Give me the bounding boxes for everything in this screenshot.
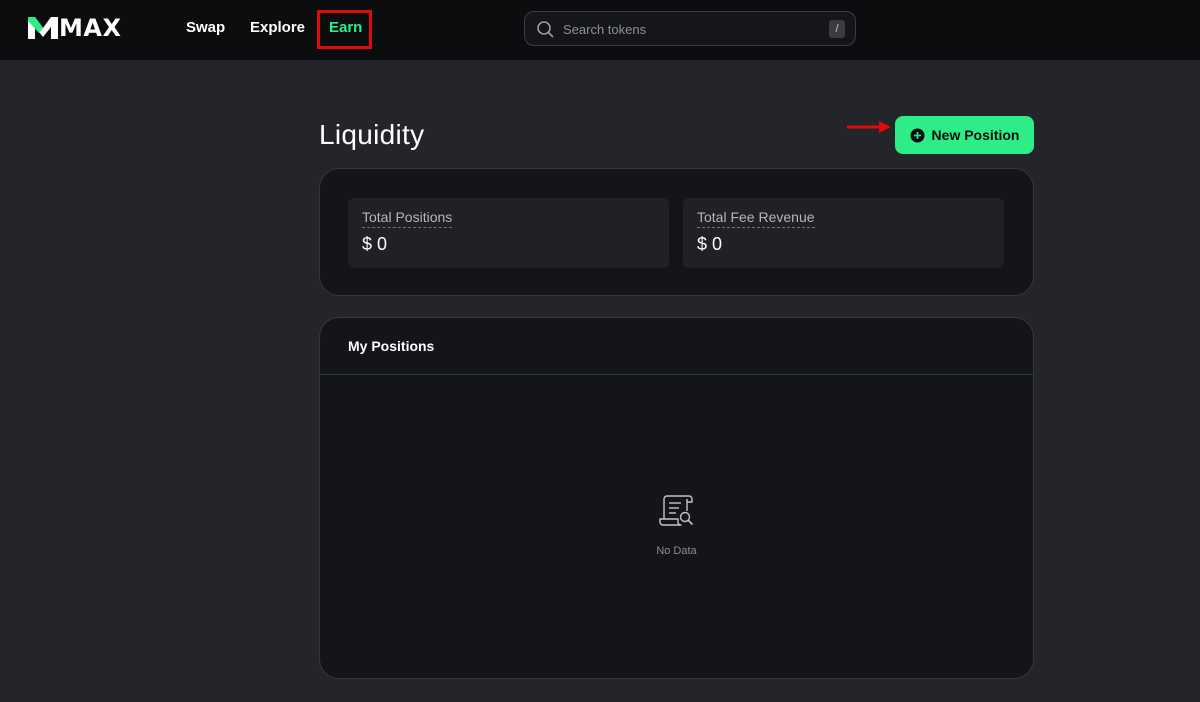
logo-text: MAX [59, 14, 122, 42]
new-position-label: New Position [931, 127, 1020, 143]
top-navbar: MAX Swap Explore Earn / [0, 0, 1200, 60]
total-positions-label[interactable]: Total Positions [362, 209, 453, 228]
nav-swap[interactable]: Swap [186, 18, 225, 38]
search-shortcut-key: / [829, 20, 845, 38]
search-icon [537, 21, 554, 38]
search-input[interactable] [563, 18, 813, 40]
total-fee-revenue-value: $ 0 [697, 234, 723, 254]
total-positions-value: $ 0 [362, 234, 388, 254]
my-positions-header: My Positions [320, 318, 1033, 375]
earn-highlight-box [317, 10, 372, 49]
nav-explore[interactable]: Explore [250, 18, 305, 38]
new-position-button[interactable]: New Position [895, 116, 1034, 154]
logo[interactable]: MAX [28, 15, 121, 41]
red-arrow-icon [847, 121, 891, 133]
total-fee-revenue-stat: Total Fee Revenue $ 0 [683, 198, 1004, 268]
empty-state-text: No Data [656, 545, 697, 557]
search-bar[interactable]: / [524, 11, 856, 46]
empty-document-search-icon [659, 495, 693, 526]
plus-circle-icon [910, 128, 925, 142]
total-positions-stat: Total Positions $ 0 [348, 198, 669, 268]
max-logo-icon [28, 17, 58, 39]
page-title: Liquidity [319, 119, 425, 150]
my-positions-title: My Positions [348, 338, 435, 354]
stats-card: Total Positions $ 0 Total Fee Revenue $ … [319, 168, 1034, 296]
my-positions-card: My Positions No Data [319, 317, 1034, 679]
total-fee-revenue-label[interactable]: Total Fee Revenue [697, 209, 815, 228]
